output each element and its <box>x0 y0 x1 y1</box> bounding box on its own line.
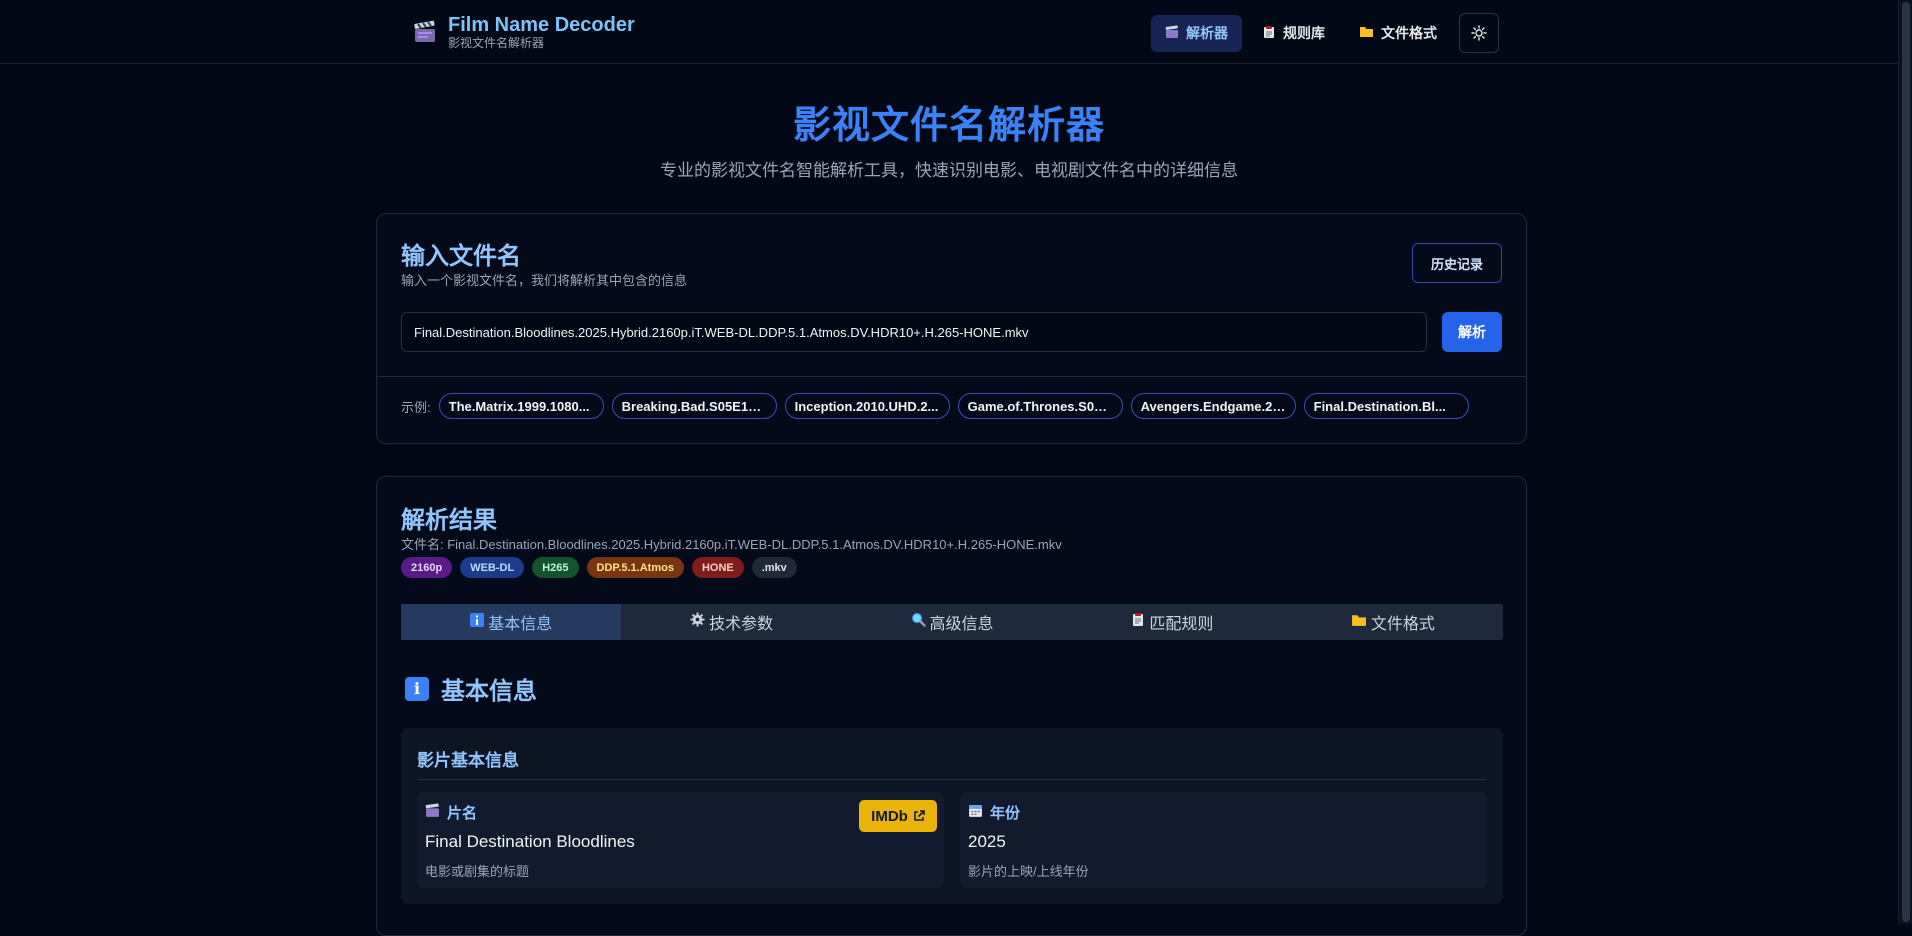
parse-button[interactable]: 解析 <box>1442 312 1502 352</box>
folder-icon <box>1351 613 1367 632</box>
section-title: 基本信息 <box>441 678 537 705</box>
clapper-icon <box>414 20 435 42</box>
divider <box>377 376 1526 377</box>
scrollbar-thumb[interactable] <box>1902 2 1910 922</box>
example-chip-label: Breaking.Bad.S05E14.... <box>621 398 767 414</box>
folder-icon <box>1359 25 1374 41</box>
title-field: 片名 IMDb Final Destination Bloodlines 电影或… <box>417 792 944 888</box>
clipboard-icon <box>1262 25 1276 42</box>
info-icon <box>470 612 485 632</box>
brand[interactable]: Film Name Decoder 影视文件名解析器 <box>412 14 635 50</box>
result-card-title: 解析结果 <box>401 507 497 534</box>
example-chip[interactable]: Inception.2010.UHD.2... <box>784 393 950 419</box>
clapper-icon <box>1165 24 1179 42</box>
example-chip[interactable]: Avengers.Endgame.201... <box>1130 393 1296 419</box>
divider <box>417 779 1487 780</box>
history-button[interactable]: 历史记录 <box>1412 243 1502 283</box>
result-card: 解析结果 文件名: Final.Destination.Bloodlines.2… <box>376 476 1527 936</box>
field-description: 电影或剧集的标题 <box>425 864 530 879</box>
calendar-icon <box>968 803 983 822</box>
tag-badge: DDP.5.1.Atmos <box>586 557 684 578</box>
example-chip-label: Game.of.Thrones.S08E... <box>967 398 1113 414</box>
examples-label: 示例: <box>401 399 431 415</box>
tag-badges: 2160p WEB-DL H265 DDP.5.1.Atmos HONE .mkv <box>401 557 805 578</box>
result-tabs: 基本信息 技术参数 高级信息 匹配规则 文件格式 <box>401 604 1503 640</box>
info-box-title: 影片基本信息 <box>417 751 519 770</box>
field-description: 影片的上映/上线年份 <box>968 864 1089 879</box>
tag-badge: .mkv <box>751 557 797 578</box>
input-card: 输入文件名 输入一个影视文件名，我们将解析其中包含的信息 历史记录 解析 示例:… <box>376 213 1527 444</box>
nav-label: 规则库 <box>1283 25 1325 41</box>
tab-label: 文件格式 <box>1370 616 1435 633</box>
tab-label: 基本信息 <box>488 616 553 633</box>
input-card-title: 输入文件名 <box>401 243 521 270</box>
input-card-description: 输入一个影视文件名，我们将解析其中包含的信息 <box>401 273 688 288</box>
nav-label: 解析器 <box>1186 25 1228 41</box>
field-value: Final Destination Bloodlines <box>425 832 635 851</box>
field-label-text: 片名 <box>447 805 478 822</box>
tag-badge: HONE <box>691 557 744 578</box>
example-chip[interactable]: The.Matrix.1999.1080... <box>438 393 604 419</box>
tab-match-rules[interactable]: 匹配规则 <box>1062 604 1282 640</box>
clipboard-icon <box>1131 612 1145 632</box>
main-nav: 解析器 规则库 文件格式 <box>1151 13 1499 53</box>
tab-label: 技术参数 <box>709 616 774 633</box>
tab-tech-params[interactable]: 技术参数 <box>621 604 841 640</box>
app-header: Film Name Decoder 影视文件名解析器 解析器 规则库 文件格式 <box>0 0 1898 64</box>
example-chip-label: Inception.2010.UHD.2... <box>794 398 939 414</box>
nav-item-file-formats[interactable]: 文件格式 <box>1345 15 1451 52</box>
brand-subtitle: 影视文件名解析器 <box>448 36 545 50</box>
field-label-text: 年份 <box>990 805 1021 822</box>
tab-basic-info[interactable]: 基本信息 <box>401 604 622 640</box>
page-subtitle: 专业的影视文件名智能解析工具，快速识别电影、电视剧文件名中的详细信息 <box>660 161 1238 180</box>
tag-badge: 2160p <box>401 557 453 578</box>
field-label: 片名 <box>425 802 477 823</box>
external-link-icon <box>914 810 925 821</box>
examples-row: 示例: The.Matrix.1999.1080... Breaking.Bad… <box>401 393 1477 419</box>
magnifier-icon <box>911 612 926 632</box>
tab-file-format[interactable]: 文件格式 <box>1283 604 1503 640</box>
example-chip[interactable]: Final.Destination.Bl... <box>1303 393 1469 419</box>
example-chip-label: Avengers.Endgame.201... <box>1140 398 1286 414</box>
field-value: 2025 <box>968 832 1006 851</box>
nav-item-rules[interactable]: 规则库 <box>1248 15 1339 52</box>
filename-input[interactable] <box>401 312 1427 352</box>
example-chip-label: Final.Destination.Bl... <box>1313 398 1446 414</box>
sun-icon <box>1471 25 1487 41</box>
tag-badge: H265 <box>532 557 579 578</box>
gear-icon <box>690 612 705 632</box>
year-field: 年份 2025 影片的上映/上线年份 <box>960 792 1487 888</box>
page-scrollbar[interactable] <box>1898 0 1912 924</box>
section-heading: i 基本信息 <box>405 671 537 706</box>
tab-label: 高级信息 <box>929 616 994 633</box>
tab-label: 匹配规则 <box>1149 616 1214 633</box>
info-icon: i <box>405 676 429 701</box>
example-chip[interactable]: Game.of.Thrones.S08E... <box>957 393 1123 419</box>
field-label: 年份 <box>968 802 1020 823</box>
imdb-label: IMDb <box>871 807 908 825</box>
basic-info-box: 影片基本信息 片名 IMDb Final Destination Bloodli… <box>401 728 1503 904</box>
imdb-link-button[interactable]: IMDb <box>859 800 937 832</box>
tag-badge: WEB-DL <box>460 557 525 578</box>
result-filename: 文件名: Final.Destination.Bloodlines.2025.H… <box>401 537 1062 552</box>
brand-title: Film Name Decoder <box>448 14 635 36</box>
nav-item-parser[interactable]: 解析器 <box>1151 14 1242 52</box>
theme-toggle-button[interactable] <box>1459 13 1499 53</box>
example-chip[interactable]: Breaking.Bad.S05E14.... <box>611 393 777 419</box>
clapper-icon <box>425 803 440 822</box>
nav-label: 文件格式 <box>1381 25 1437 41</box>
tab-advanced-info[interactable]: 高级信息 <box>842 604 1062 640</box>
page-title: 影视文件名解析器 <box>792 105 1105 147</box>
example-chip-label: The.Matrix.1999.1080... <box>448 398 590 414</box>
